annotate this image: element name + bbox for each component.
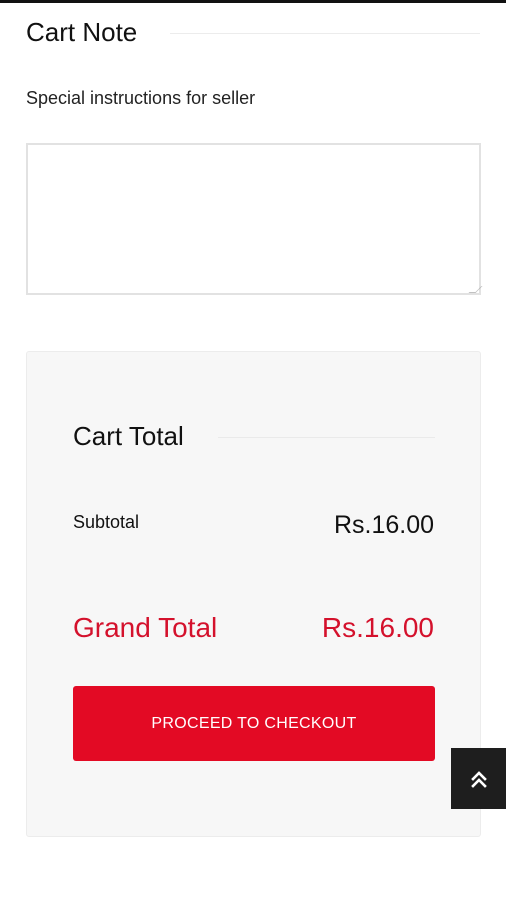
cart-total-title: Cart Total [73,421,184,451]
cart-note-title-divider [170,33,480,34]
special-instructions-textarea[interactable] [26,143,481,295]
double-chevron-up-icon [470,770,487,788]
back-to-top-button[interactable] [451,748,506,809]
cart-note-title: Cart Note [26,17,138,47]
subtotal-label: Subtotal [73,512,140,532]
proceed-to-checkout-button[interactable]: PROCEED TO CHECKOUT [73,686,435,761]
cart-total-title-divider [218,437,435,438]
special-instructions-label: Special instructions for seller [26,88,256,108]
grand-total-label: Grand Total [73,612,218,643]
grand-total-value: Rs.16.00 [321,612,434,643]
top-border [0,0,506,3]
subtotal-value: Rs.16.00 [333,511,434,539]
